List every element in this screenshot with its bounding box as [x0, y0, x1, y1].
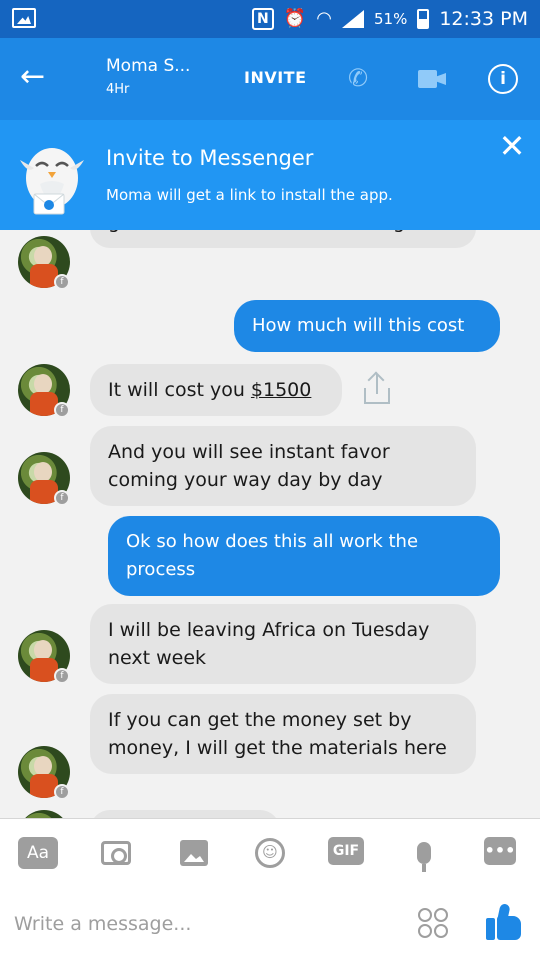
- price-link[interactable]: $1500: [251, 379, 311, 401]
- smiley-icon: ☺: [255, 838, 285, 868]
- share-icon[interactable]: [362, 371, 392, 404]
- message-bubble-received[interactable]: get the materials when coming back: [90, 230, 476, 248]
- signal-icon: [342, 10, 364, 28]
- message-bubble-received[interactable]: I will be leaving Africa on Tuesday next…: [90, 604, 476, 684]
- nfc-icon: N: [251, 8, 274, 30]
- emoji-button[interactable]: ☺: [252, 837, 288, 869]
- messenger-badge-icon: f: [54, 784, 70, 800]
- message-bubble-sent[interactable]: How much will this cost: [234, 300, 500, 352]
- gallery-icon: [12, 8, 36, 28]
- avatar[interactable]: [18, 810, 70, 818]
- conversation-header: ← Moma S... 4Hr INVITE ✆ i: [0, 38, 540, 120]
- message-input[interactable]: [14, 906, 394, 942]
- message-text: It will cost you: [108, 379, 251, 401]
- phone-icon[interactable]: ✆: [348, 64, 376, 92]
- camera-icon: [101, 841, 131, 865]
- back-arrow-icon[interactable]: ←: [20, 62, 54, 96]
- messenger-badge-icon: f: [54, 490, 70, 506]
- like-thumb-icon[interactable]: [486, 903, 522, 940]
- voice-button[interactable]: [406, 837, 442, 872]
- close-icon[interactable]: ✕: [496, 130, 528, 162]
- gallery-button[interactable]: [176, 837, 212, 869]
- message-bubble-received[interactable]: It will cost you $1500: [90, 364, 342, 416]
- sticker-icon[interactable]: [418, 908, 448, 938]
- alarm-icon: ⏰: [283, 8, 307, 29]
- contact-info[interactable]: Moma S... 4Hr: [106, 56, 190, 97]
- contact-last-active: 4Hr: [106, 82, 130, 97]
- camera-button[interactable]: [98, 837, 134, 869]
- more-options-button[interactable]: •••: [484, 837, 516, 865]
- clock: 12:33 PM: [439, 8, 528, 30]
- messenger-badge-icon: f: [54, 402, 70, 418]
- invite-button[interactable]: INVITE: [244, 68, 307, 87]
- message-bubble-received[interactable]: [90, 810, 280, 818]
- composer-toolbar: Aa ☺ GIF •••: [0, 818, 540, 888]
- invite-banner[interactable]: Invite to Messenger Moma will get a link…: [0, 120, 540, 230]
- info-icon[interactable]: i: [488, 64, 518, 94]
- message-bubble-received[interactable]: And you will see instant favor coming yo…: [90, 426, 476, 506]
- battery-icon: [417, 9, 430, 29]
- wifi-icon: ◠: [316, 8, 332, 29]
- status-bar: N ⏰ ◠ 51% 12:33 PM: [0, 0, 540, 38]
- gif-button[interactable]: GIF: [328, 837, 364, 865]
- message-input-row: [0, 888, 540, 960]
- messenger-badge-icon: f: [54, 668, 70, 684]
- message-list[interactable]: f get the materials when coming back How…: [0, 230, 540, 818]
- video-call-icon[interactable]: [418, 70, 446, 88]
- contact-name: Moma S...: [106, 56, 191, 76]
- image-icon: [180, 840, 208, 866]
- message-bubble-received[interactable]: If you can get the money set by money, I…: [90, 694, 476, 774]
- microphone-icon: [417, 842, 431, 872]
- banner-title: Invite to Messenger: [106, 146, 314, 170]
- banner-subtitle: Moma will get a link to install the app.: [106, 186, 393, 204]
- message-bubble-sent[interactable]: Ok so how does this all work the process: [108, 516, 500, 596]
- battery-percent: 51%: [374, 10, 408, 28]
- messenger-badge-icon: f: [54, 274, 70, 290]
- owl-mascot-icon: [20, 148, 84, 215]
- status-icons: N ⏰ ◠ 51% 12:33 PM: [251, 6, 528, 32]
- text-format-button[interactable]: Aa: [18, 837, 58, 869]
